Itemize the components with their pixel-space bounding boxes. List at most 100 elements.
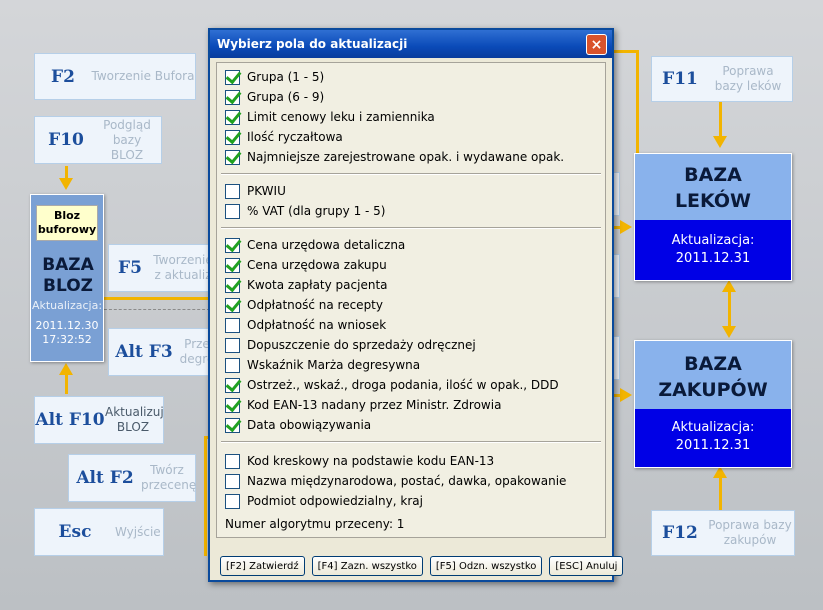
key-description: Aktualizuj BLOZ <box>105 405 164 434</box>
key-f2-create-buffer[interactable]: F2 Tworzenie Bufora <box>34 53 196 100</box>
baza-zakupow-panel[interactable]: BAZA ZAKUPÓW Aktualizacja: 2011.12.31 <box>634 340 792 468</box>
field-checkbox-row[interactable]: Podmiot odpowiedzialny, kraj <box>225 491 597 511</box>
field-checkbox-row[interactable]: Grupa (1 - 5) <box>225 67 597 87</box>
field-checkbox-row[interactable]: PKWIU <box>225 181 597 201</box>
cancel-button[interactable]: [ESC] Anuluj <box>549 556 624 576</box>
close-icon[interactable]: × <box>586 34 607 55</box>
field-checkbox-row[interactable]: Odpłatność na recepty <box>225 295 597 315</box>
key-esc-exit[interactable]: Esc Wyjście <box>34 508 164 556</box>
field-group-groups: Grupa (1 - 5) Grupa (6 - 9) Limit cenowy l… <box>225 67 597 167</box>
connector-line <box>719 102 722 138</box>
arrow-down-icon <box>713 136 727 148</box>
key-description: Wyjście <box>115 524 161 539</box>
key-label: Alt F10 <box>35 410 105 430</box>
field-label: Podmiot odpowiedzialny, kraj <box>247 494 423 508</box>
key-description: Tworzenie z aktualiz <box>153 253 213 282</box>
checkbox-unchecked[interactable] <box>225 203 240 219</box>
update-date: 2011.12.31 <box>675 438 751 453</box>
checkbox-checked[interactable] <box>225 257 240 273</box>
algorithm-number-text: Numer algorytmu przeceny: 1 <box>225 517 405 531</box>
key-f5-create-with-update[interactable]: F5 Tworzenie z aktualiz <box>108 244 218 292</box>
deselect-all-button[interactable]: [F5] Odzn. wszystko <box>429 556 543 576</box>
checkbox-checked[interactable] <box>225 129 240 145</box>
checkbox-unchecked[interactable] <box>225 337 240 353</box>
field-checkbox-row[interactable]: Nazwa międzynarodowa, postać, dawka, opa… <box>225 471 597 491</box>
connector-line <box>636 50 639 160</box>
confirm-button[interactable]: [F2] Zatwierdź <box>220 556 305 576</box>
field-checkbox-row[interactable]: % VAT (dla grupy 1 - 5) <box>225 201 597 221</box>
field-group-names: Kod kreskowy na podstawie kodu EAN-13 Naz… <box>225 451 597 511</box>
field-checkbox-row[interactable]: Odpłatność na wniosek <box>225 315 597 335</box>
baza-zakupow-update: Aktualizacja: 2011.12.31 <box>635 409 791 467</box>
checkbox-checked[interactable] <box>225 377 240 393</box>
field-checkbox-row[interactable]: Grupa (6 - 9) <box>225 87 597 107</box>
dialog-titlebar[interactable]: Wybierz pola do aktualizacji × <box>210 30 612 58</box>
baza-lekow-title: BAZA LEKÓW <box>674 164 752 212</box>
connector-line <box>719 474 722 510</box>
checkbox-checked[interactable] <box>225 297 240 313</box>
baza-bloz-title: BAZA BLOZ <box>42 255 94 296</box>
field-checkbox-row[interactable]: Dopuszczenie do sprzedaży odręcznej <box>225 335 597 355</box>
field-checkbox-row[interactable]: Kwota zapłaty pacjenta <box>225 275 597 295</box>
baza-bloz-panel[interactable]: Bloz buforowy BAZA BLOZ Aktualizacja: 20… <box>30 194 104 362</box>
field-label: Najmniejsze zarejestrowane opak. i wydaw… <box>247 150 565 164</box>
field-checkbox-row[interactable]: Ostrzeż., wskaź., droga podania, ilość w… <box>225 375 597 395</box>
field-checkbox-row[interactable]: Kod EAN-13 nadany przez Ministr. Zdrowia <box>225 395 597 415</box>
checkbox-unchecked[interactable] <box>225 357 240 373</box>
connector-line <box>204 436 207 556</box>
field-checkbox-row[interactable]: Data obowiązywania <box>225 415 597 435</box>
field-checkbox-row[interactable]: Cena urzędowa zakupu <box>225 255 597 275</box>
checkbox-unchecked[interactable] <box>225 183 240 199</box>
key-f12-fix-purchases[interactable]: F12 Poprawa bazy zakupów <box>651 510 795 556</box>
key-alt-f3[interactable]: Alt F3 Prze degre <box>108 328 218 376</box>
connector-line <box>104 297 210 300</box>
baza-lekow-panel[interactable]: BAZA LEKÓW Aktualizacja: 2011.12.31 <box>634 153 792 281</box>
key-description: Podgląd bazy BLOZ <box>103 117 151 162</box>
select-all-button[interactable]: [F4] Zazn. wszystko <box>311 556 423 576</box>
checkbox-checked[interactable] <box>225 69 240 85</box>
key-label: F11 <box>662 69 698 89</box>
field-label: Kwota zapłaty pacjenta <box>247 278 388 292</box>
field-checkbox-row[interactable]: Kod kreskowy na podstawie kodu EAN-13 <box>225 451 597 471</box>
field-label: Kod EAN-13 nadany przez Ministr. Zdrowia <box>247 398 502 412</box>
checkbox-unchecked[interactable] <box>225 453 240 469</box>
key-f10-preview-bloz[interactable]: F10 Podgląd bazy BLOZ <box>34 116 162 164</box>
field-label: Grupa (6 - 9) <box>247 90 325 104</box>
field-checkbox-row[interactable]: Limit cenowy leku i zamiennika <box>225 107 597 127</box>
key-alt-f10-update-bloz[interactable]: Alt F10 Aktualizuj BLOZ <box>34 396 164 444</box>
checkbox-unchecked[interactable] <box>225 493 240 509</box>
update-date: 2011.12.31 <box>675 251 751 266</box>
field-label: % VAT (dla grupy 1 - 5) <box>247 204 386 218</box>
field-label: Odpłatność na recepty <box>247 298 383 312</box>
field-label: Limit cenowy leku i zamiennika <box>247 110 435 124</box>
field-label: Wskaźnik Marża degresywna <box>247 358 421 372</box>
checkbox-unchecked[interactable] <box>225 317 240 333</box>
checkbox-checked[interactable] <box>225 149 240 165</box>
checkbox-checked[interactable] <box>225 89 240 105</box>
connector-line <box>612 50 638 53</box>
key-label: Esc <box>58 522 92 542</box>
field-checkbox-row[interactable]: Najmniejsze zarejestrowane opak. i wydaw… <box>225 147 597 167</box>
checkbox-checked[interactable] <box>225 109 240 125</box>
field-label: Grupa (1 - 5) <box>247 70 325 84</box>
key-alt-f2-create-discount[interactable]: Alt F2 Twórz przecenę <box>68 454 196 502</box>
checkbox-checked[interactable] <box>225 237 240 253</box>
field-checkbox-row[interactable]: Ilość ryczałtowa <box>225 127 597 147</box>
field-checkbox-row[interactable]: Cena urzędowa detaliczna <box>225 235 597 255</box>
field-label: Odpłatność na wniosek <box>247 318 387 332</box>
checkbox-checked[interactable] <box>225 417 240 433</box>
checkbox-unchecked[interactable] <box>225 473 240 489</box>
key-label: F2 <box>51 66 75 87</box>
checkbox-checked[interactable] <box>225 397 240 413</box>
arrow-up-icon <box>59 363 73 375</box>
key-label: F10 <box>48 130 84 150</box>
group-separator <box>221 441 601 443</box>
field-label: Kod kreskowy na podstawie kodu EAN-13 <box>247 454 495 468</box>
checkbox-checked[interactable] <box>225 277 240 293</box>
key-description: Poprawa bazy leków <box>714 64 782 93</box>
fields-panel: Grupa (1 - 5) Grupa (6 - 9) Limit cenowy l… <box>216 62 606 538</box>
field-checkbox-row[interactable]: Wskaźnik Marża degresywna <box>225 355 597 375</box>
key-label: F5 <box>118 258 142 278</box>
key-f11-fix-drugs[interactable]: F11 Poprawa bazy leków <box>651 56 793 102</box>
dashed-line <box>104 309 210 310</box>
